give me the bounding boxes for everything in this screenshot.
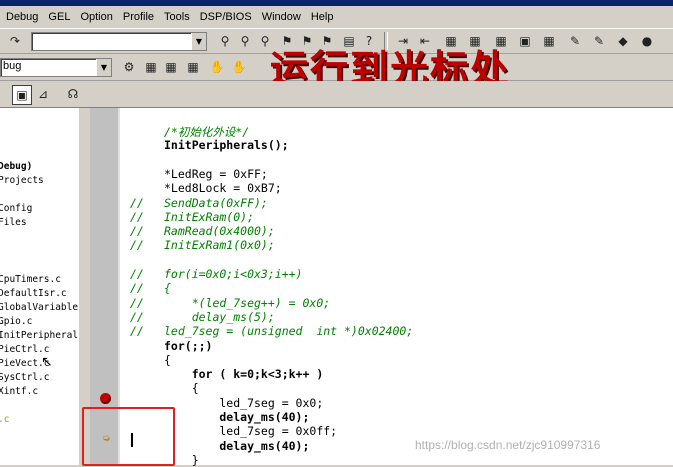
comment-marker: // (130, 195, 144, 210)
watch-icon[interactable]: ▦ (540, 32, 558, 50)
menu-gel[interactable]: GEL (43, 11, 75, 23)
comment-marker: // (130, 209, 144, 224)
build-config-value: bug (3, 60, 22, 72)
code-line[interactable]: InitExRam(0); (164, 210, 254, 224)
project-tree: Debug) Projects Config Files CpuTimers.c… (0, 108, 78, 465)
comment-marker: // (130, 267, 144, 281)
code-line[interactable]: InitPeripherals(); (164, 138, 289, 152)
code-line[interactable]: { (164, 353, 171, 367)
tree-item[interactable]: .c (0, 414, 9, 425)
toggle-probe-icon[interactable]: ✎ (590, 32, 608, 50)
code-line[interactable]: { (164, 381, 199, 395)
comment-marker: // (130, 224, 144, 239)
stop-hand-icon[interactable]: ✋ (230, 58, 248, 76)
stop-build-icon[interactable]: ▣ (516, 32, 534, 50)
probe-icon[interactable]: ✎ (566, 32, 584, 50)
chevron-down-icon[interactable]: ▼ (96, 59, 111, 76)
grid-icon[interactable]: ▦ (162, 58, 180, 76)
code-line[interactable]: InitExRam1(0x0); (164, 238, 275, 252)
menu-help[interactable]: Help (306, 11, 339, 23)
tree-item[interactable]: Gpio.c (0, 316, 32, 327)
hand-icon[interactable]: ✋ (208, 58, 226, 76)
graph-icon[interactable]: ⊿ (34, 85, 52, 103)
project-view: Debug) Projects Config Files CpuTimers.c… (0, 108, 81, 465)
code-line[interactable]: led_7seg = (unsigned int *)0x02400; (164, 324, 413, 338)
tree-item[interactable]: Files (0, 217, 27, 228)
tree-item[interactable]: InitPeripherals (0, 330, 78, 341)
menu-option[interactable]: Option (75, 11, 117, 23)
code-line[interactable]: *Led8Lock = 0xB7; (164, 181, 282, 195)
code-line[interactable]: RamRead(0x4000); (164, 224, 275, 238)
search-combo[interactable]: ▼ (31, 32, 207, 51)
code-line[interactable]: delay_ms(5); (164, 310, 275, 324)
menu-window[interactable]: Window (257, 11, 306, 23)
tree-item[interactable]: SysCtrl.c (0, 372, 49, 383)
menu-bar: Debug GEL Option Profile Tools DSP/BIOS … (0, 6, 673, 29)
calendar-icon[interactable]: ▦ (142, 58, 160, 76)
code-line[interactable]: *LedReg = 0xFF; (164, 167, 268, 181)
menu-profile[interactable]: Profile (118, 11, 159, 23)
tree-item[interactable]: GlobalVariableI (0, 302, 78, 313)
menu-dspbios[interactable]: DSP/BIOS (195, 11, 257, 23)
view-toolbar: ▣ ⊿ ☊ (0, 81, 673, 108)
comment-marker: // (130, 281, 144, 296)
code-editor[interactable]: /*初始化外设*/InitPeripherals(); *LedReg = 0xF… (90, 108, 673, 467)
watermark: https://blog.csdn.net/zjc910997316 (415, 438, 601, 452)
tree-item[interactable]: Xintf.c (0, 386, 38, 397)
gear-icon[interactable]: ⚙ (120, 58, 138, 76)
breakpoint-icon[interactable] (100, 393, 111, 404)
find-next-icon[interactable]: ⚲ (236, 32, 254, 50)
table-icon[interactable]: ▦ (184, 58, 202, 76)
comment-marker: // (130, 309, 144, 324)
comment-marker: // (130, 238, 144, 253)
tree-item[interactable]: Config (0, 203, 32, 214)
code-line[interactable]: { (164, 281, 171, 295)
menu-tools[interactable]: Tools (159, 11, 195, 23)
code-line[interactable]: *(led_7seg++) = 0x0; (164, 296, 330, 310)
comment-marker: // (130, 324, 144, 339)
comment-marker: // (130, 295, 144, 310)
mouse-pointer-icon: ↖ (41, 354, 53, 370)
build-config-select[interactable]: bug ▼ (0, 58, 112, 77)
highlight-box (82, 407, 175, 466)
code-line[interactable]: delay_ms(40); (164, 410, 309, 424)
code-line[interactable]: for(;;) (164, 339, 212, 353)
tree-item[interactable]: CpuTimers.c (0, 274, 61, 285)
menu-debug[interactable]: Debug (0, 11, 43, 23)
code-line[interactable]: for(i=0x0;i<0x3;i++) (164, 267, 302, 281)
profile-point-icon[interactable]: ● (638, 32, 656, 50)
code-line[interactable]: led_7seg = 0x0; (164, 396, 323, 410)
redo-icon[interactable]: ↷ (6, 32, 24, 50)
code-line[interactable]: SendData(0xFF); (164, 196, 268, 210)
window-icon[interactable]: ▣ (12, 85, 32, 105)
code-line[interactable]: for ( k=0;k<3;k++ ) (164, 367, 324, 381)
tree-item[interactable]: DefaultIsr.c (0, 288, 67, 299)
chevron-down-icon[interactable]: ▼ (191, 33, 206, 50)
code-line[interactable]: led_7seg = 0x0ff; (164, 424, 337, 438)
remove-probe-icon[interactable]: ◆ (614, 32, 632, 50)
watch-window-icon[interactable]: ☊ (64, 85, 82, 103)
tree-item[interactable]: Debug) (0, 161, 32, 172)
find-icon[interactable]: ⚲ (216, 32, 234, 50)
code-line[interactable]: delay_ms(40); (164, 439, 309, 453)
tree-item[interactable]: Projects (0, 175, 44, 186)
